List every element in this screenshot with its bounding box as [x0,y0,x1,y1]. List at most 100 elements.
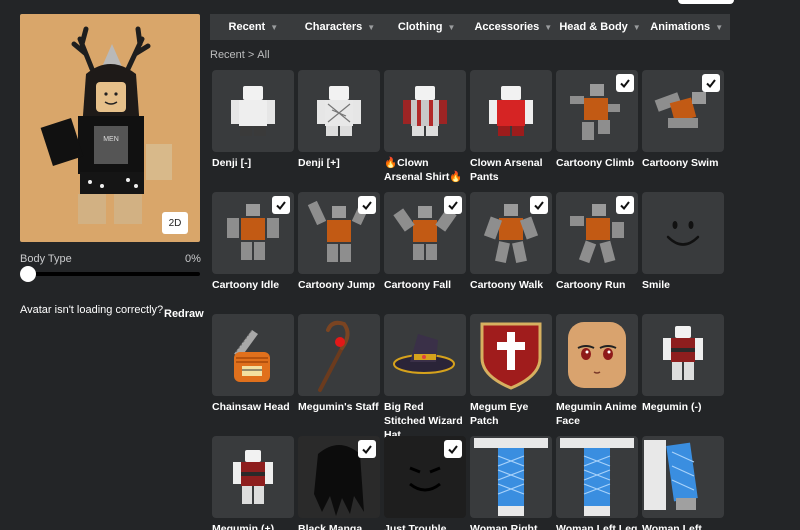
item-name[interactable]: Megumin Anime Face [556,400,638,428]
tab-label: Head & Body [559,21,628,33]
breadcrumb: Recent > All [210,49,270,61]
item-card[interactable]: Megumin (-) [642,314,724,414]
item-thumbnail[interactable] [384,314,466,396]
item-thumbnail[interactable] [470,436,552,518]
item-name[interactable]: Cartoony Jump [298,278,380,292]
svg-text:MEN: MEN [103,136,119,143]
item-card[interactable]: Megumin Anime Face [556,314,638,428]
shirt-thumbnail-icon [317,86,361,136]
item-name[interactable]: Woman Right [470,522,552,530]
item-name[interactable]: Cartoony Idle [212,278,294,292]
item-card[interactable]: Megum Eye Patch [470,314,552,428]
item-thumbnail[interactable] [298,314,380,396]
item-thumbnail[interactable] [298,192,380,274]
item-thumbnail[interactable] [384,192,466,274]
item-name[interactable]: 🔥Clown Arsenal Shirt🔥 [384,156,466,184]
item-thumbnail[interactable] [556,192,638,274]
item-thumbnail[interactable] [642,314,724,396]
view-2d-button[interactable]: 2D [162,212,188,234]
item-name[interactable]: Black Manga [298,522,380,530]
item-thumbnail[interactable] [470,70,552,152]
item-name[interactable]: Just Trouble [384,522,466,530]
equipped-checkmark-icon [358,196,376,214]
item-thumbnail[interactable] [212,192,294,274]
tab-clothing[interactable]: Clothing ▼ [383,14,470,40]
item-name[interactable]: Smile [642,278,724,292]
arm-icon [644,440,698,510]
tab-characters[interactable]: Characters ▼ [297,14,384,40]
redraw-link[interactable]: Redraw [164,308,204,320]
item-thumbnail[interactable] [298,70,380,152]
item-thumbnail[interactable] [556,70,638,152]
item-thumbnail[interactable] [212,70,294,152]
item-card[interactable]: Black Manga [298,436,380,530]
item-name[interactable]: Chainsaw Head [212,400,294,414]
item-name[interactable]: Cartoony Walk [470,278,552,292]
item-card[interactable]: Cartoony Fall [384,192,466,292]
item-thumbnail[interactable] [642,192,724,274]
item-thumbnail[interactable] [556,314,638,396]
item-thumbnail[interactable] [470,314,552,396]
tab-animations[interactable]: Animations ▼ [643,14,730,40]
loading-issue-text: Avatar isn't loading correctly? [20,304,164,316]
item-card[interactable]: Cartoony Walk [470,192,552,292]
item-name[interactable]: Megumin (+) [212,522,294,530]
body-type-slider-track[interactable] [20,272,200,276]
shirt-thumbnail-icon [663,326,703,380]
item-thumbnail[interactable] [384,436,466,518]
equipped-checkmark-icon [444,196,462,214]
item-thumbnail[interactable] [212,314,294,396]
item-name[interactable]: Woman Left Leg [556,522,638,530]
item-name[interactable]: Clown Arsenal Pants [470,156,552,184]
item-card[interactable]: Clown Arsenal Pants [470,70,552,184]
item-card[interactable]: Big Red Stitched Wizard Hat [384,314,466,442]
item-name[interactable]: Woman Left Arm [642,522,724,530]
item-name[interactable]: Cartoony Run [556,278,638,292]
body-type-label: Body Type [20,253,72,265]
avatar-figure: MEN [40,26,172,224]
item-card[interactable]: Megumin (+) [212,436,294,530]
item-name[interactable]: Cartoony Swim [642,156,724,170]
item-name[interactable]: Cartoony Fall [384,278,466,292]
item-card[interactable]: Megumin's Staff [298,314,380,414]
item-card[interactable]: Cartoony Idle [212,192,294,292]
breadcrumb-parent[interactable]: Recent [210,49,245,61]
item-thumbnail[interactable] [642,70,724,152]
item-name[interactable]: Megumin (-) [642,400,724,414]
item-card[interactable]: Woman Left Leg [556,436,638,530]
tab-label: Clothing [397,21,443,33]
item-card[interactable]: 🔥Clown Arsenal Shirt🔥 [384,70,466,184]
equipped-checkmark-icon [358,440,376,458]
item-card[interactable]: Just Trouble [384,436,466,530]
item-card[interactable]: Denji [-] [212,70,294,170]
item-card[interactable]: Smile [642,192,724,292]
chevron-down-icon: ▼ [544,22,553,32]
body-type-slider-thumb[interactable] [20,266,36,282]
item-thumbnail[interactable] [298,436,380,518]
item-thumbnail[interactable] [642,436,724,518]
item-card[interactable]: Cartoony Swim [642,70,724,170]
item-name[interactable]: Megumin's Staff [298,400,380,414]
item-card[interactable]: Cartoony Run [556,192,638,292]
item-thumbnail[interactable] [470,192,552,274]
tab-label: Characters [304,21,363,33]
item-name[interactable]: Cartoony Climb [556,156,638,170]
item-card[interactable]: Woman Left Arm [642,436,724,530]
tab-head-body[interactable]: Head & Body ▼ [557,14,644,40]
item-thumbnail[interactable] [556,436,638,518]
item-name[interactable]: Denji [+] [298,156,380,170]
item-card[interactable]: Denji [+] [298,70,380,170]
item-thumbnail[interactable] [212,436,294,518]
item-card[interactable]: Cartoony Jump [298,192,380,292]
item-name[interactable]: Denji [-] [212,156,294,170]
item-card[interactable]: Cartoony Climb [556,70,638,170]
item-name[interactable]: Megum Eye Patch [470,400,552,428]
equipped-checkmark-icon [702,74,720,92]
item-card[interactable]: Woman Right [470,436,552,530]
top-button-stub[interactable] [678,0,734,4]
item-thumbnail[interactable] [384,70,466,152]
tab-accessories[interactable]: Accessories ▼ [470,14,557,40]
item-card[interactable]: Chainsaw Head [212,314,294,414]
tab-recent[interactable]: Recent ▼ [210,14,297,40]
chevron-down-icon: ▼ [270,22,279,32]
